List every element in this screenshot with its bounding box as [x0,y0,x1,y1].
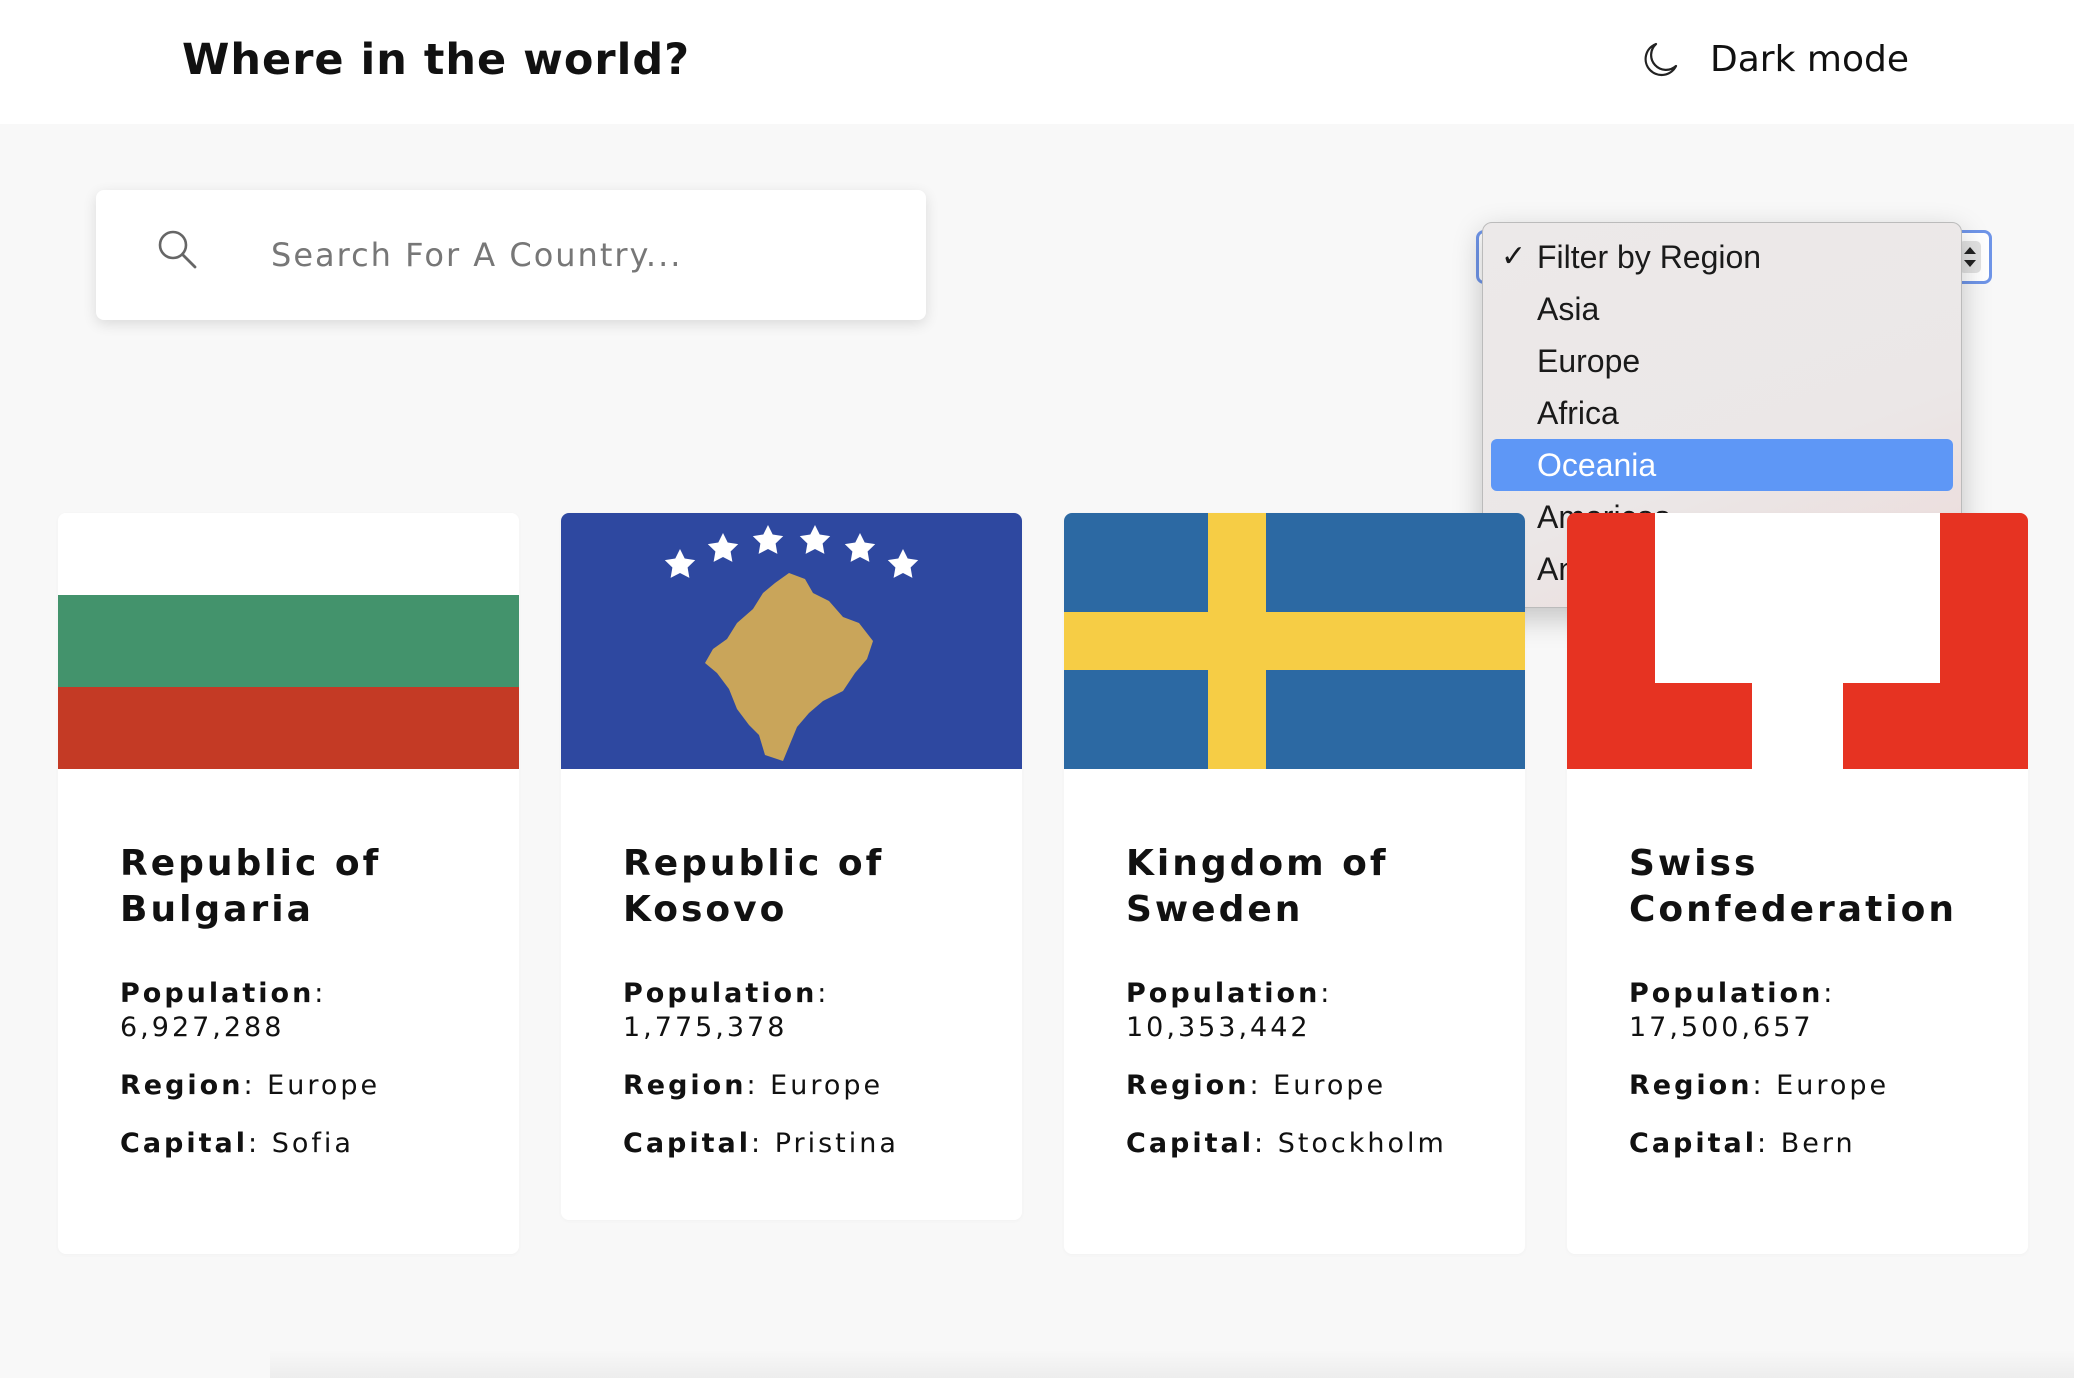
header: Where in the world? Dark mode [0,0,2074,124]
app-title: Where in the world? [182,35,691,85]
country-card[interactable]: Republic of Kosovo Population: 1,775,378… [561,513,1022,1220]
population-row: Population: 6,927,288 [120,978,327,1043]
country-card-grid: Republic of Bulgaria Population: 6,927,2… [58,513,2028,1254]
search-icon [158,230,197,269]
population-row: Population: 17,500,657 [1629,978,1836,1043]
capital-value: Sofia [271,1128,354,1159]
region-row: Region: Europe [1629,1070,1890,1101]
dark-mode-label: Dark mode [1710,39,1909,80]
search-input[interactable] [271,215,891,295]
country-card[interactable]: Swiss Confederation Population: 17,500,6… [1567,513,2028,1254]
capital-row: Capital: Pristina [623,1128,899,1159]
flag-image-switzerland [1567,513,2028,769]
region-value: Europe [1273,1070,1387,1101]
capital-label: Capital [1629,1128,1757,1159]
population-value: 1,775,378 [623,1012,788,1043]
population-label: Population [1629,978,1824,1009]
country-name: Kingdom of Sweden [1126,843,1389,930]
option-europe[interactable]: Europe [1491,335,1953,387]
capital-label: Capital [120,1128,248,1159]
region-label: Region [1629,1070,1753,1101]
region-label: Region [623,1070,747,1101]
region-value: Europe [1776,1070,1890,1101]
country-name: Swiss Confederation [1629,843,1958,930]
capital-row: Capital: Sofia [120,1128,354,1159]
population-value: 10,353,442 [1126,1012,1311,1043]
capital-label: Capital [1126,1128,1254,1159]
country-name: Republic of Kosovo [623,843,885,930]
country-card[interactable]: Kingdom of Sweden Population: 10,353,442… [1064,513,1525,1254]
region-label: Region [1126,1070,1250,1101]
checkmark-icon: ✓ [1501,240,1527,273]
option-filter-by-region[interactable]: ✓ Filter by Region [1491,231,1953,283]
capital-value: Stockholm [1277,1128,1447,1159]
dark-mode-toggle[interactable]: Dark mode [1640,30,1909,90]
region-row: Region: Europe [120,1070,381,1101]
option-oceania[interactable]: Oceania [1491,439,1953,491]
country-card[interactable]: Republic of Bulgaria Population: 6,927,2… [58,513,519,1254]
flag-image-bulgaria [58,513,519,769]
capital-row: Capital: Stockholm [1126,1128,1447,1159]
population-value: 6,927,288 [120,1012,285,1043]
flag-image-kosovo [561,513,1022,769]
population-label: Population [120,978,315,1009]
next-row-shadow [270,1350,2074,1378]
flag-image-sweden [1064,513,1525,769]
capital-value: Pristina [774,1128,899,1159]
capital-row: Capital: Bern [1629,1128,1856,1159]
population-label: Population [1126,978,1321,1009]
population-label: Population [623,978,818,1009]
region-value: Europe [267,1070,381,1101]
region-row: Region: Europe [623,1070,884,1101]
country-name: Republic of Bulgaria [120,843,382,930]
region-label: Region [120,1070,244,1101]
capital-value: Bern [1780,1128,1856,1159]
select-stepper-icon [1959,241,1981,273]
population-row: Population: 10,353,442 [1126,978,1333,1043]
option-asia[interactable]: Asia [1491,283,1953,335]
population-value: 17,500,657 [1629,1012,1814,1043]
population-row: Population: 1,775,378 [623,978,830,1043]
capital-label: Capital [623,1128,751,1159]
region-value: Europe [770,1070,884,1101]
moon-icon [1644,42,1678,77]
search-box[interactable] [96,190,926,320]
region-row: Region: Europe [1126,1070,1387,1101]
option-africa[interactable]: Africa [1491,387,1953,439]
